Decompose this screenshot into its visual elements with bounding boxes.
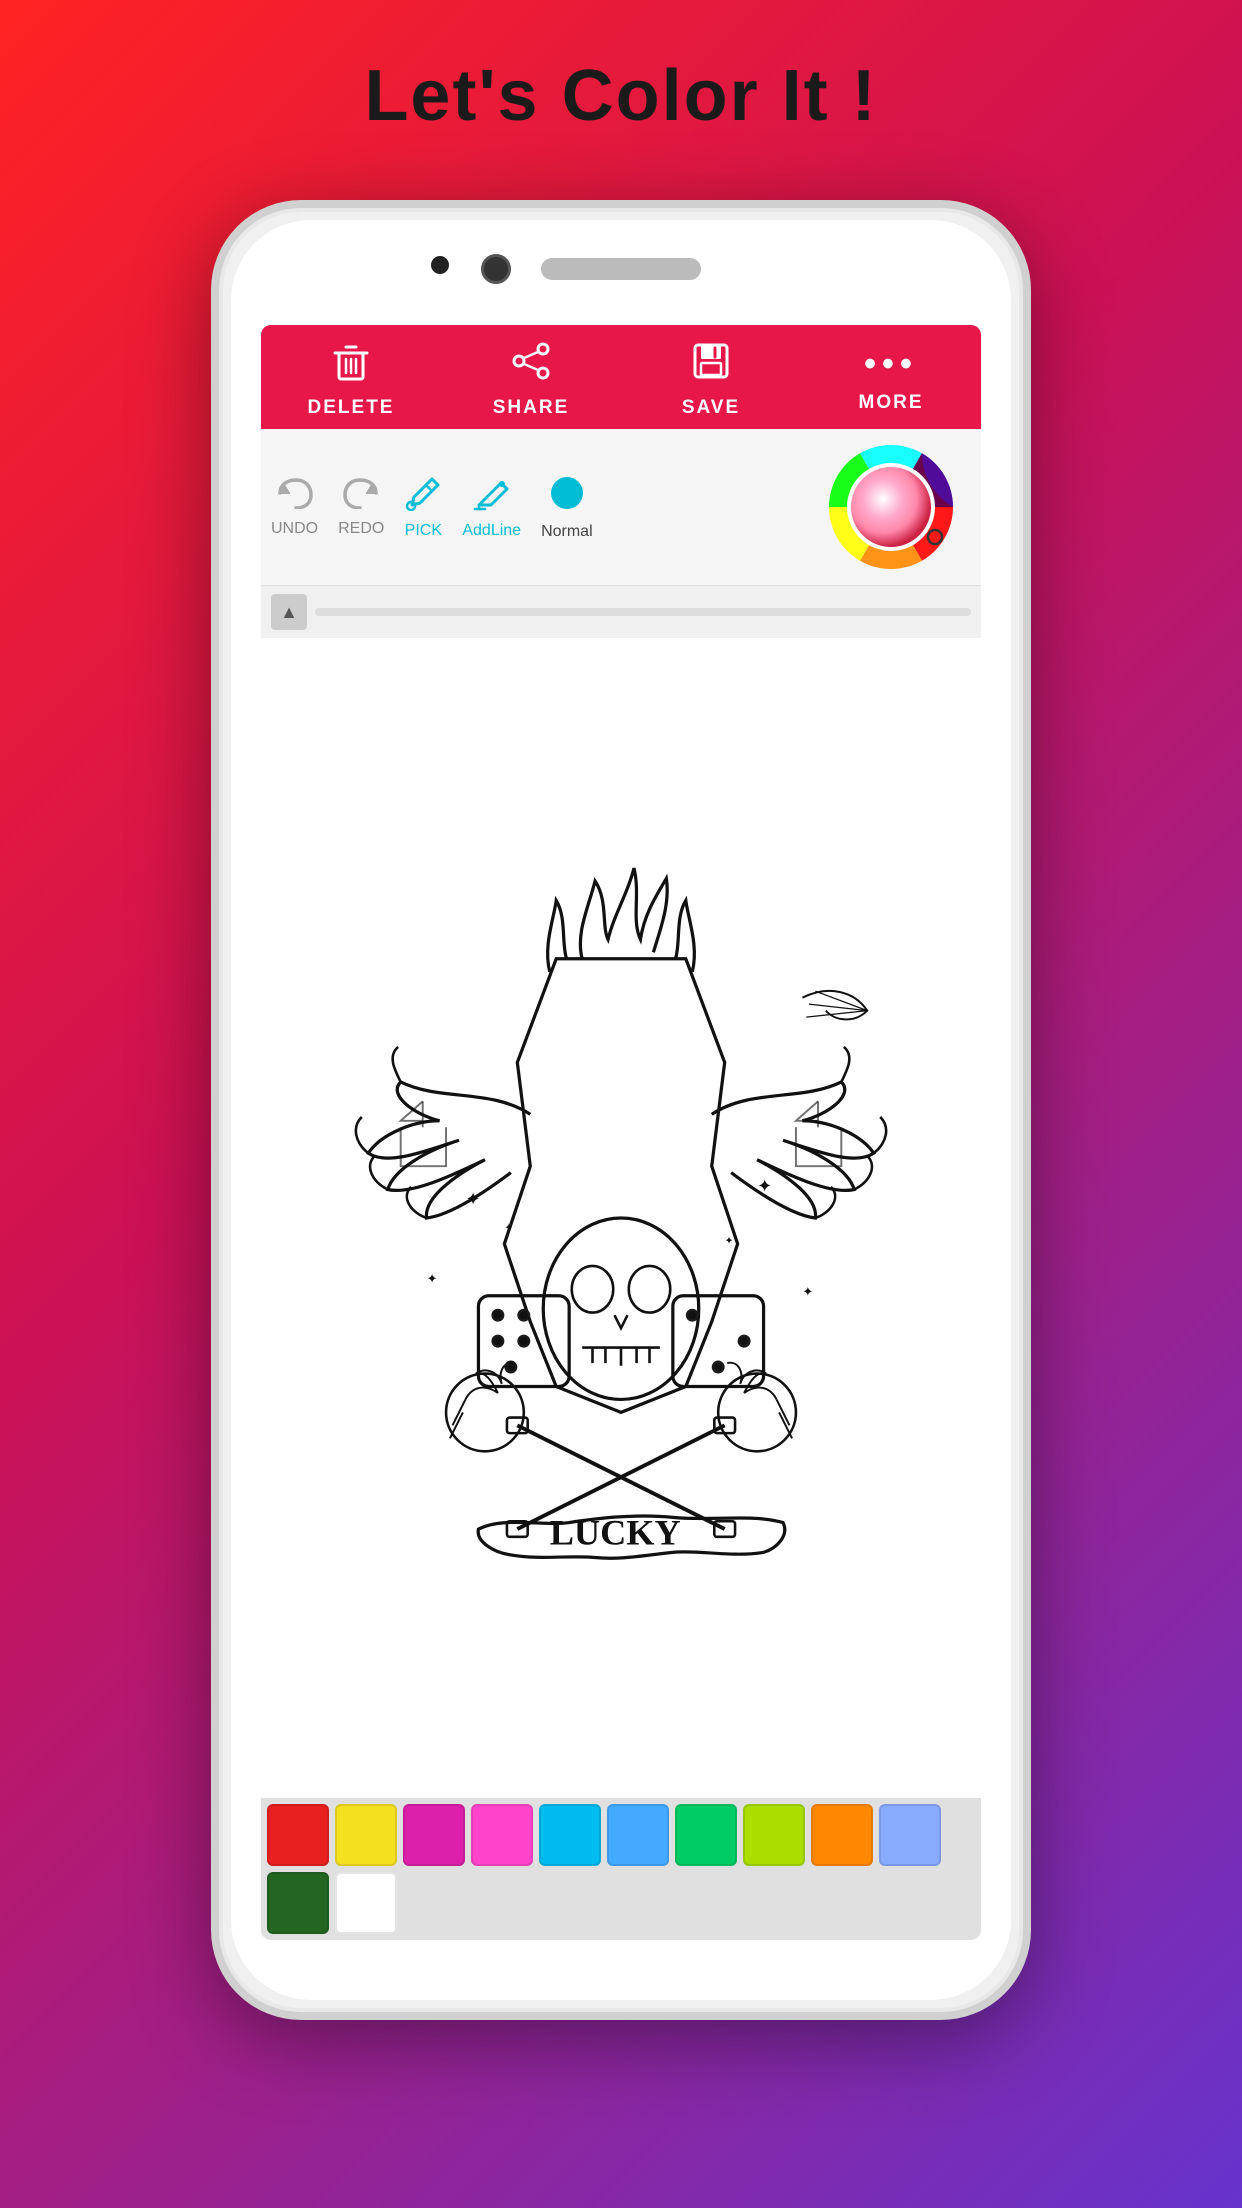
color-swatch-red[interactable] bbox=[267, 1804, 329, 1866]
svg-text:LUCKY: LUCKY bbox=[550, 1513, 681, 1553]
more-button[interactable]: ••• MORE bbox=[801, 345, 981, 414]
camera-dot bbox=[431, 256, 449, 274]
pick-button[interactable]: PICK bbox=[404, 475, 442, 540]
svg-text:✦: ✦ bbox=[725, 1236, 734, 1247]
phone-speaker bbox=[541, 258, 701, 280]
normal-button[interactable]: Normal bbox=[541, 474, 593, 541]
color-swatch-lavender[interactable] bbox=[879, 1804, 941, 1866]
svg-text:✦: ✦ bbox=[504, 1223, 513, 1234]
phone-frame: DELETE SHARE bbox=[211, 200, 1031, 2020]
secondary-toolbar: UNDO REDO bbox=[261, 429, 981, 586]
brush-size-slider[interactable] bbox=[315, 608, 971, 616]
svg-text:✦: ✦ bbox=[802, 1284, 813, 1299]
undo-icon bbox=[276, 476, 314, 518]
color-swatch-cyan[interactable] bbox=[539, 1804, 601, 1866]
color-wheel[interactable] bbox=[821, 437, 961, 577]
undo-button[interactable]: UNDO bbox=[271, 476, 318, 538]
redo-button[interactable]: REDO bbox=[338, 476, 384, 538]
color-circle-icon bbox=[548, 474, 586, 521]
svg-text:✦: ✦ bbox=[427, 1271, 438, 1286]
color-palette bbox=[261, 1798, 981, 1940]
addline-button[interactable]: AddLine bbox=[462, 475, 521, 540]
slider-up-arrow[interactable]: ▲ bbox=[271, 594, 307, 630]
color-swatch-blue[interactable] bbox=[607, 1804, 669, 1866]
trash-icon bbox=[329, 339, 373, 393]
color-swatch-orange[interactable] bbox=[811, 1804, 873, 1866]
svg-text:✦: ✦ bbox=[757, 1176, 772, 1196]
color-swatch-darkgreen[interactable] bbox=[267, 1872, 329, 1934]
color-swatch-white[interactable] bbox=[335, 1872, 397, 1934]
svg-text:✦: ✦ bbox=[465, 1189, 480, 1209]
app-title: Let's Color It ! bbox=[0, 0, 1242, 137]
main-toolbar: DELETE SHARE bbox=[261, 325, 981, 429]
color-swatch-green[interactable] bbox=[675, 1804, 737, 1866]
color-swatch-magenta[interactable] bbox=[403, 1804, 465, 1866]
slider-bar: ▲ bbox=[261, 586, 981, 638]
share-icon bbox=[509, 339, 553, 393]
color-swatch-yellow[interactable] bbox=[335, 1804, 397, 1866]
tattoo-artwork: LUCKY ✦ ✦ ✦ ✦ ✦ ✦ bbox=[297, 829, 945, 1607]
delete-button[interactable]: DELETE bbox=[261, 339, 441, 419]
save-button[interactable]: SAVE bbox=[621, 339, 801, 419]
redo-icon bbox=[342, 476, 380, 518]
eyedropper-icon bbox=[404, 475, 442, 520]
pen-icon bbox=[473, 475, 511, 520]
color-swatch-lime[interactable] bbox=[743, 1804, 805, 1866]
color-swatch-pink[interactable] bbox=[471, 1804, 533, 1866]
more-icon: ••• bbox=[864, 345, 918, 388]
save-icon bbox=[689, 339, 733, 393]
front-camera bbox=[481, 254, 511, 284]
share-button[interactable]: SHARE bbox=[441, 339, 621, 419]
drawing-canvas[interactable]: LUCKY ✦ ✦ ✦ ✦ ✦ ✦ bbox=[261, 638, 981, 1798]
phone-inner: DELETE SHARE bbox=[231, 220, 1011, 2000]
app-screen: DELETE SHARE bbox=[261, 325, 981, 1940]
